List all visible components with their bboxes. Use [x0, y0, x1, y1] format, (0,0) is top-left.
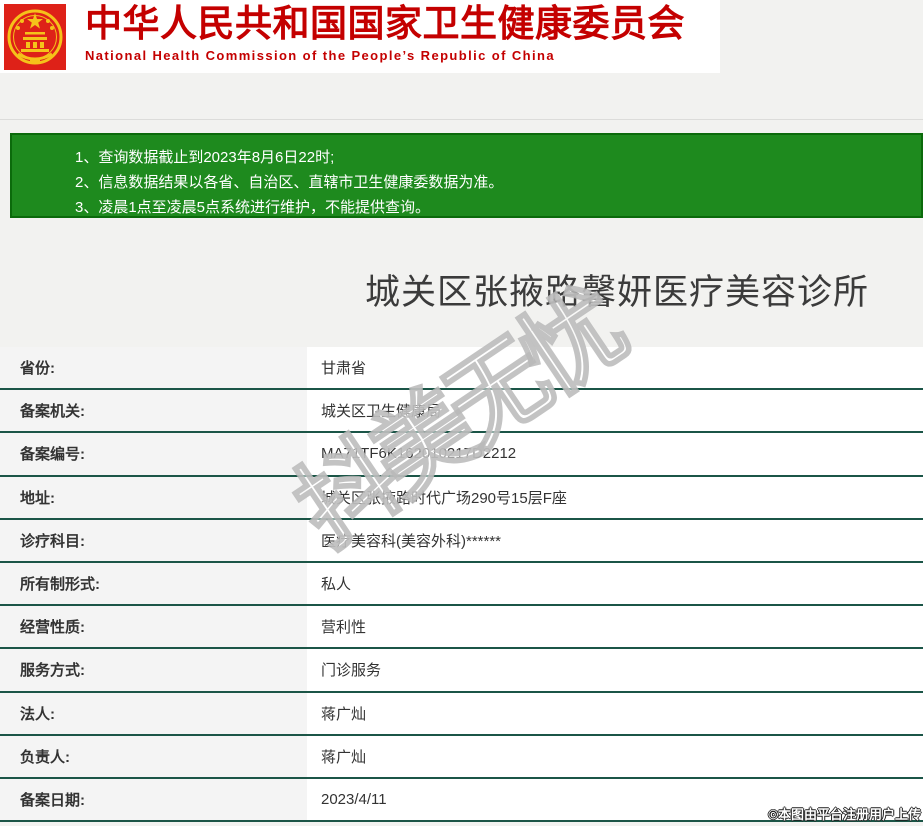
row-label: 省份:: [0, 347, 307, 389]
table-row: 诊疗科目: 医疗美容科(美容外科)******: [0, 519, 923, 563]
row-label: 备案日期:: [0, 778, 307, 821]
table-row: 备案编号: MA71TF6K162010217D2212: [0, 433, 923, 477]
table-row: 地址: 城关区张掖路时代广场290号15层F座: [0, 476, 923, 520]
row-label: 法人:: [0, 692, 307, 734]
row-label: 备案编号:: [0, 433, 307, 475]
notice-line-1: 1、查询数据截止到2023年8月6日22时;: [75, 149, 335, 166]
info-table: 省份: 甘肃省 备案机关: 城关区卫生健康局 备案编号: MA71TF6K16201021…: [0, 347, 923, 823]
row-value: 城关区卫生健康局: [307, 390, 923, 432]
notice-line-2: 2、信息数据结果以各省、自治区、直辖市卫生健康委数据为准。: [75, 174, 504, 191]
site-header: 中华人民共和国国家卫生健康委员会 National Health Commiss…: [0, 0, 720, 73]
header-title-en: National Health Commission of the People…: [85, 48, 555, 63]
result-title: 城关区张掖路馨妍医疗美容诊所: [364, 273, 870, 312]
row-label: 诊疗科目:: [0, 519, 307, 561]
table-row: 服务方式: 门诊服务: [0, 649, 923, 693]
row-value: 营利性: [307, 606, 923, 648]
row-value: 蒋广灿: [307, 735, 923, 777]
row-value: 甘肃省: [307, 347, 923, 389]
header-divider: [0, 119, 923, 120]
corner-watermark: ©本图由平台注册用户上传: [768, 807, 921, 822]
table-row: 省份: 甘肃省: [0, 347, 923, 391]
row-label: 备案机关:: [0, 390, 307, 432]
table-row: 所有制形式: 私人: [0, 562, 923, 607]
row-label: 负责人:: [0, 735, 307, 777]
table-row: 备案机关: 城关区卫生健康局: [0, 390, 923, 434]
notice-line-3: 3、凌晨1点至凌晨5点系统进行维护，不能提供查询。: [75, 199, 431, 216]
row-label: 经营性质:: [0, 606, 307, 648]
row-value: MA71TF6K162010217D2212: [307, 433, 923, 475]
table-row: 负责人: 蒋广灿: [0, 735, 923, 779]
row-label: 所有制形式:: [0, 562, 307, 605]
table-row: 法人: 蒋广灿: [0, 692, 923, 736]
row-value: 门诊服务: [307, 649, 923, 691]
prc-national-emblem-icon: [4, 4, 66, 70]
row-value: 私人: [307, 562, 923, 605]
row-label: 地址:: [0, 476, 307, 518]
table-row: 经营性质: 营利性: [0, 606, 923, 650]
header-titles: 中华人民共和国国家卫生健康委员会 National Health Commiss…: [85, 2, 685, 63]
row-value: 医疗美容科(美容外科)******: [307, 519, 923, 561]
header-title-cn: 中华人民共和国国家卫生健康委员会: [85, 3, 685, 44]
notice-box: 1、查询数据截止到2023年8月6日22时; 2、信息数据结果以各省、自治区、直…: [10, 133, 923, 218]
row-label: 服务方式:: [0, 649, 307, 691]
row-value: 蒋广灿: [307, 692, 923, 734]
row-value: 城关区张掖路时代广场290号15层F座: [307, 476, 923, 518]
